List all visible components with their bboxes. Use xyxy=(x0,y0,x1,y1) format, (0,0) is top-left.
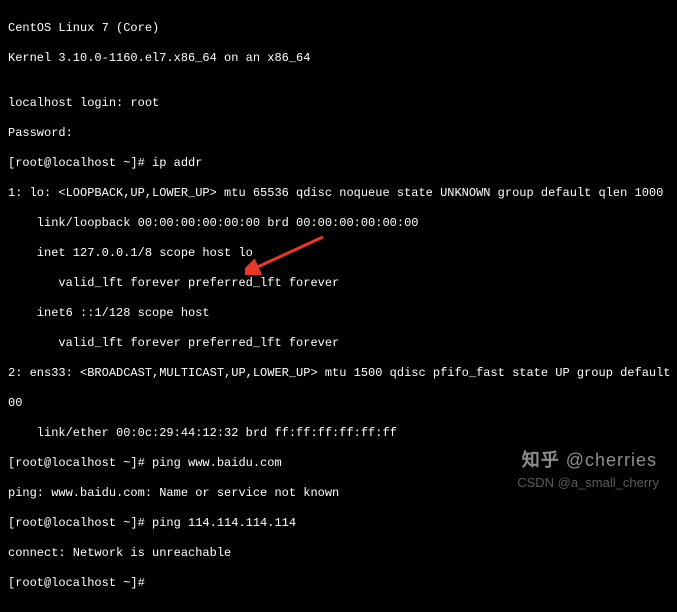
terminal-line: CentOS Linux 7 (Core) xyxy=(8,21,669,36)
terminal-line: inet6 ::1/128 scope host xyxy=(8,306,669,321)
terminal-line: valid_lft forever preferred_lft forever xyxy=(8,336,669,351)
terminal-line: connect: Network is unreachable xyxy=(8,546,669,561)
terminal-line: Kernel 3.10.0-1160.el7.x86_64 on an x86_… xyxy=(8,51,669,66)
terminal-line: localhost login: root xyxy=(8,96,669,111)
zhihu-logo-icon: 知乎 xyxy=(522,453,560,468)
csdn-handle: CSDN @a_small_cherry xyxy=(517,475,659,490)
zhihu-handle: @cherries xyxy=(566,453,657,468)
terminal-line: link/ether 00:0c:29:44:12:32 brd ff:ff:f… xyxy=(8,426,669,441)
terminal-line: [root@localhost ~]# ip addr xyxy=(8,156,669,171)
watermark-zhihu: 知乎 @cherries xyxy=(522,453,657,468)
terminal-line: link/loopback 00:00:00:00:00:00 brd 00:0… xyxy=(8,216,669,231)
terminal-output: CentOS Linux 7 (Core) Kernel 3.10.0-1160… xyxy=(0,0,677,612)
terminal-line: 00 xyxy=(8,396,669,411)
terminal-line: valid_lft forever preferred_lft forever xyxy=(8,276,669,291)
terminal-line: [root@localhost ~]# ping 114.114.114.114 xyxy=(8,516,669,531)
terminal-line: inet 127.0.0.1/8 scope host lo xyxy=(8,246,669,261)
terminal-line: [root@localhost ~]# xyxy=(8,576,669,591)
terminal-line: Password: xyxy=(8,126,669,141)
terminal-line: 1: lo: <LOOPBACK,UP,LOWER_UP> mtu 65536 … xyxy=(8,186,669,201)
terminal-line: 2: ens33: <BROADCAST,MULTICAST,UP,LOWER_… xyxy=(8,366,669,381)
watermark-csdn: CSDN @a_small_cherry xyxy=(517,475,659,490)
